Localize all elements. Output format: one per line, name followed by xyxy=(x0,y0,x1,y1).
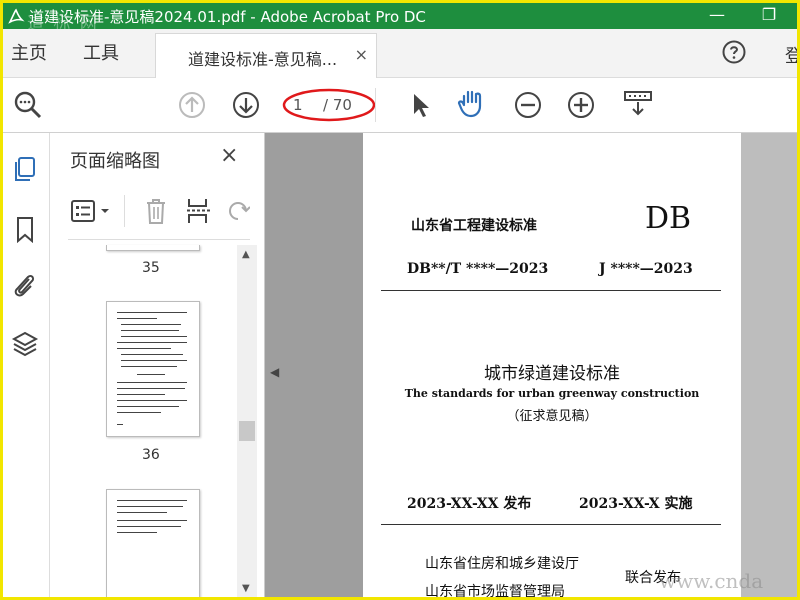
tools-separator xyxy=(124,195,125,227)
minimize-button[interactable]: — xyxy=(697,3,737,29)
scroll-up-icon[interactable]: ▲ xyxy=(242,249,250,260)
insert-page-icon[interactable] xyxy=(186,197,212,225)
restore-button[interactable]: ❐ xyxy=(749,3,789,29)
home-tab[interactable]: 主页 xyxy=(11,39,47,65)
zoom-out-icon[interactable] xyxy=(513,90,543,120)
page-thumbnails-panel: 页面缩略图 × 35 36 ▲ ▼ xyxy=(50,133,265,597)
footer-rule xyxy=(381,524,721,525)
scroll-down-icon[interactable]: ▼ xyxy=(242,583,250,594)
page-thumbnails-icon[interactable] xyxy=(11,155,39,183)
main-toolbar: 1 / 70 xyxy=(3,78,797,133)
page-thumbnail-36[interactable] xyxy=(106,301,200,437)
menu-bar: 主页 工具 道建设标准-意见稿... × 登 xyxy=(3,29,797,78)
title-bar: 道 标 网 道建设标准-意见稿2024.01.pdf - Adobe Acrob… xyxy=(3,3,797,34)
attachment-icon[interactable] xyxy=(11,271,39,299)
db-standard-code: DB**/T ****—2023 xyxy=(407,261,549,277)
previous-page-icon[interactable] xyxy=(177,90,207,120)
zoom-in-icon[interactable] xyxy=(566,90,596,120)
current-page-input[interactable]: 1 xyxy=(293,96,303,114)
page-display-icon[interactable] xyxy=(623,88,653,118)
window-title: 道建设标准-意见稿2024.01.pdf - Adobe Acrobat Pro… xyxy=(29,8,426,26)
document-tab[interactable]: 道建设标准-意见稿... × xyxy=(155,33,377,78)
pdf-page: 山东省工程建设标准 DB DB**/T ****—2023 J ****—202… xyxy=(363,133,741,597)
acrobat-app-icon xyxy=(8,8,25,24)
close-panel-button[interactable]: × xyxy=(220,143,238,168)
page-thumbnail-label-36: 36 xyxy=(142,447,160,463)
close-tab-button[interactable]: × xyxy=(355,45,368,64)
navigation-rail xyxy=(3,133,50,597)
search-zoom-icon[interactable] xyxy=(13,90,43,120)
rotate-page-icon[interactable] xyxy=(226,197,250,225)
draft-note: （征求意见稿） xyxy=(506,409,598,424)
document-tab-label: 道建设标准-意见稿... xyxy=(188,50,338,69)
thumbnails-scrollbar[interactable]: ▲ ▼ xyxy=(237,245,257,597)
thumbnail-tools xyxy=(68,185,250,240)
document-right-margin xyxy=(741,133,797,597)
bookmark-icon[interactable] xyxy=(11,215,39,243)
document-title-cn: 城市绿道建设标准 xyxy=(484,364,620,384)
issuer-header: 山东省工程建设标准 xyxy=(411,218,537,234)
tools-tab[interactable]: 工具 xyxy=(83,39,119,65)
j-standard-code: J ****—2023 xyxy=(599,261,693,277)
sign-in-link[interactable]: 登 xyxy=(785,42,797,68)
hand-tool-icon[interactable] xyxy=(456,88,486,118)
total-pages-label: / 70 xyxy=(323,96,352,114)
next-page-icon[interactable] xyxy=(231,90,261,120)
acrobat-window: 道 标 网 道建设标准-意见稿2024.01.pdf - Adobe Acrob… xyxy=(3,3,797,597)
site-watermark: www.cnda xyxy=(659,569,764,593)
page-thumbnail-37[interactable] xyxy=(106,489,200,597)
document-viewport[interactable]: ◀ 山东省工程建设标准 DB DB**/T ****—2023 J ****—2… xyxy=(265,133,797,597)
help-icon[interactable] xyxy=(722,40,746,64)
delete-page-icon[interactable] xyxy=(144,197,168,225)
select-cursor-icon[interactable] xyxy=(405,90,435,120)
issuer-2: 山东省市场监督管理局 xyxy=(425,584,565,597)
publish-date: 2023-XX-XX 发布 xyxy=(407,496,532,512)
thumbnail-options-icon[interactable] xyxy=(70,199,114,223)
document-title-en: The standards for urban greenway constru… xyxy=(404,387,700,400)
layers-icon[interactable] xyxy=(11,329,39,357)
page-thumbnail-35[interactable] xyxy=(106,245,200,251)
page-thumbnail-label-35: 35 xyxy=(142,260,160,276)
implement-date: 2023-XX-X 实施 xyxy=(579,496,693,512)
toolbar-separator xyxy=(375,88,376,122)
header-rule xyxy=(381,290,721,291)
panel-title: 页面缩略图 xyxy=(70,151,160,172)
collapse-panel-icon[interactable]: ◀ xyxy=(270,365,279,379)
page-number-field[interactable]: 1 / 70 xyxy=(281,88,376,122)
scrollbar-thumb[interactable] xyxy=(239,421,255,441)
db-mark: DB xyxy=(645,201,692,236)
issuer-1: 山东省住房和城乡建设厅 xyxy=(425,556,579,572)
